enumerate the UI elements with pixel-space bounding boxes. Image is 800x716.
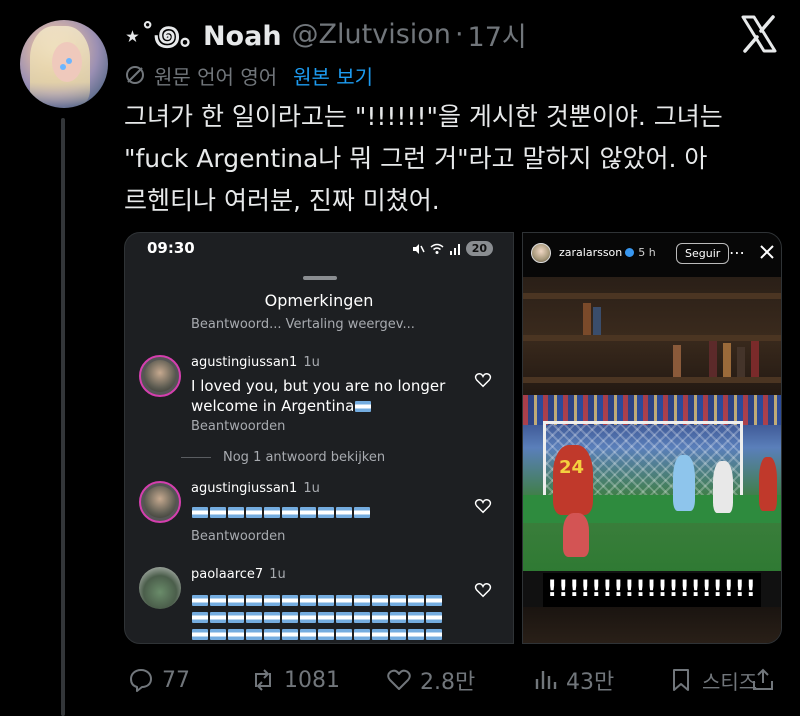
reply-icon [130, 669, 152, 692]
display-name[interactable]: ⋆˚꩜｡ Noah [124, 14, 282, 55]
heart-icon [474, 373, 492, 388]
comment-username: agustingiussan1 [191, 481, 298, 496]
argentina-flag-icon [355, 401, 372, 412]
translation-label: 원문 언어 영어 [154, 64, 278, 89]
show-original-link[interactable]: 원본 보기 [293, 61, 373, 90]
bookmark-icon [673, 669, 689, 691]
bookmark-button[interactable]: 스티즈 [668, 660, 757, 700]
x-logo-icon[interactable] [739, 14, 779, 54]
comment-age: 1u [269, 567, 286, 582]
tv-football-scene: 24 [523, 395, 781, 571]
tweet-header: ⋆˚꩜｡ Noah @Zlutvision · 17시 [124, 14, 527, 54]
comment-age: 1u [303, 481, 320, 496]
views-count: 43만 [566, 670, 615, 695]
translate-off-icon [126, 66, 144, 84]
watermark-text: 스티즈 [702, 669, 758, 694]
signal-icon [449, 243, 460, 255]
comment-username: paolaarce7 [191, 567, 264, 582]
views-button[interactable]: 43만 [532, 660, 614, 700]
cut-off-row: Beantwoord... Vertaling weergev... [191, 317, 415, 332]
comment-item: paolaarce7 1u [139, 567, 504, 643]
phone-status-bar: 09:30 20 [125, 233, 513, 267]
share-icon [753, 668, 773, 690]
retweet-icon [255, 669, 271, 691]
view-more-replies[interactable]: Nog 1 antwoord bekijken [181, 450, 385, 465]
room-background [523, 277, 781, 395]
timestamp[interactable]: 17시 [468, 15, 527, 54]
thread-line [61, 118, 65, 716]
story-header: zaralarsson 5 h Seguir ⋯ [523, 233, 781, 277]
user-handle[interactable]: @Zlutvision [292, 19, 451, 50]
comment-item: agustingiussan1 1u I loved you, but you a… [139, 355, 504, 437]
commenter-avatar [139, 481, 181, 523]
retweet-button[interactable]: 1081 [250, 660, 340, 700]
tweet-text: 그녀가 한 일이라고는 "!!!!!!"을 게시한 것뿐이야. 그녀는 "fuc… [124, 102, 723, 215]
media-image-comments[interactable]: 09:30 20 Opmerkingen Beantwoord... Verta… [124, 232, 514, 644]
follow-button: Seguir [676, 243, 730, 264]
story-age: 5 h [638, 246, 656, 259]
story-user-info: zaralarsson 5 h [559, 246, 656, 259]
phone-clock: 09:30 [147, 239, 195, 257]
reply-count: 77 [162, 667, 190, 693]
status-icons: 20 [411, 241, 493, 256]
heart-icon [474, 499, 492, 514]
media-image-story[interactable]: zaralarsson 5 h Seguir ⋯ 24 !!!!!!!!!!!!!… [522, 232, 782, 644]
heart-icon [387, 669, 411, 690]
reply-link: Beantwoorden [191, 529, 286, 544]
flags-emoji-block [191, 591, 443, 642]
mute-icon [412, 243, 425, 254]
comment-age: 1u [303, 355, 320, 370]
author-avatar[interactable] [20, 20, 108, 108]
story-avatar [531, 243, 551, 263]
flags-emoji-row [191, 505, 371, 519]
reply-button[interactable]: 77 [128, 660, 190, 700]
battery-indicator: 20 [465, 241, 493, 256]
story-username: zaralarsson [559, 246, 623, 259]
jersey-number: 24 [559, 457, 585, 478]
comment-item: agustingiussan1 1u Beantwoorden [139, 481, 504, 561]
close-icon [760, 245, 774, 259]
wifi-icon [430, 243, 444, 254]
sheet-drag-handle [303, 276, 337, 280]
verified-icon [625, 248, 635, 257]
commenter-avatar [139, 355, 181, 397]
story-overlay-text: !!!!!!!!!!!!!!!!!!! [543, 573, 761, 607]
comment-text: I loved you, but you are no longer welco… [191, 377, 446, 415]
translation-bar: 원문 언어 영어 원본 보기 [124, 58, 373, 92]
commenter-avatar [139, 567, 181, 609]
like-button[interactable]: 2.8만 [386, 660, 475, 700]
more-options-icon: ⋯ [729, 243, 745, 262]
retweet-count: 1081 [284, 667, 340, 693]
share-button[interactable] [750, 660, 784, 700]
sheet-title: Opmerkingen [264, 291, 374, 310]
like-count: 2.8만 [420, 670, 476, 695]
views-icon [535, 671, 557, 689]
tweet-actions: 77 1081 2.8만 43만 스티즈 [124, 660, 784, 700]
reply-link: Beantwoorden [191, 419, 286, 434]
heart-icon [474, 583, 492, 598]
separator: · [454, 18, 464, 50]
comment-username: agustingiussan1 [191, 355, 298, 370]
